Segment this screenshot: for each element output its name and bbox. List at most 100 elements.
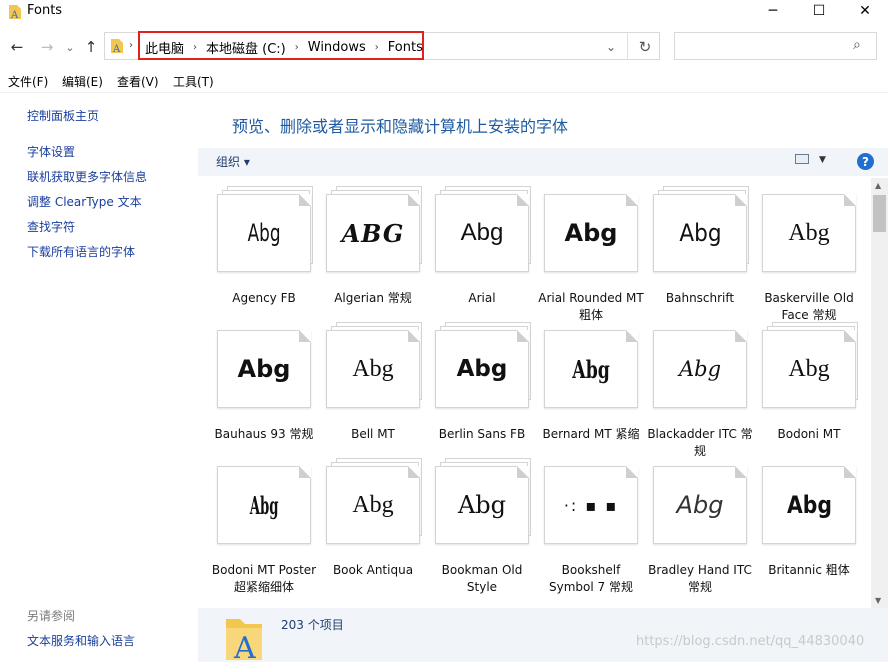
font-sample: ABG [326, 194, 420, 272]
search-input[interactable] [674, 32, 877, 60]
scroll-up-icon[interactable]: ▲ [875, 181, 881, 190]
font-tile[interactable]: ·: ▪ ▪ Bookshelf Symbol 7 常规 [544, 458, 648, 594]
font-sample: Abg [435, 194, 529, 272]
help-button[interactable]: ? [857, 153, 874, 170]
font-tile[interactable]: Abg Baskerville Old Face 常规 [762, 186, 866, 322]
breadcrumb-windows[interactable]: Windows [308, 40, 366, 55]
folder-font-icon: A [224, 616, 264, 665]
font-sample: Abg [217, 194, 311, 272]
font-tile[interactable]: Abg Berlin Sans FB [435, 322, 539, 450]
breadcrumb-local-disk[interactable]: 本地磁盘 (C:) [206, 38, 286, 57]
font-name: Bell MT [351, 427, 395, 441]
font-sample-text: Abg [352, 491, 394, 518]
font-tile[interactable]: Abg Arial [435, 186, 539, 314]
recent-locations-button[interactable]: ⌄ [63, 37, 77, 57]
menu-tools[interactable]: 工具(T) [173, 73, 214, 90]
font-settings-link[interactable]: 字体设置 [27, 143, 75, 160]
close-button[interactable]: ✕ [842, 0, 888, 22]
font-name: Baskerville Old Face 常规 [764, 291, 854, 322]
control-panel-home-link[interactable]: 控制面板主页 [27, 107, 99, 124]
minimize-button[interactable]: ─ [750, 0, 796, 22]
font-tile[interactable]: Abg Bodoni MT Poster 超紧缩细体 [212, 458, 321, 594]
breadcrumb-separator: › [193, 42, 198, 53]
see-also-heading: 另请参阅 [27, 609, 76, 623]
divider [627, 32, 628, 60]
menu-view[interactable]: 查看(V) [117, 73, 159, 90]
font-name: Britannic 粗体 [768, 563, 850, 577]
font-tile[interactable]: Abg Bernard MT 紧缩 [543, 322, 648, 450]
font-tile[interactable]: Abg Bell MT [326, 322, 430, 450]
svg-text:A: A [10, 10, 19, 20]
font-tile[interactable]: Abg Bauhaus 93 常规 [215, 322, 321, 450]
download-fonts-link[interactable]: 下载所有语言的字体 [27, 243, 135, 260]
vertical-scrollbar[interactable] [871, 178, 888, 608]
font-name: Bookshelf Symbol 7 常规 [549, 563, 633, 594]
font-sample-text: Abg [788, 219, 830, 246]
view-options-icon[interactable] [795, 154, 809, 164]
font-sample-text: ABG [341, 218, 405, 248]
breadcrumb-separator: › [374, 42, 379, 53]
font-sample-text: Abg [456, 356, 508, 382]
font-sample: Abg [762, 194, 856, 272]
cleartype-link[interactable]: 调整 ClearType 文本 [27, 193, 142, 210]
font-tile[interactable]: Abg Book Antiqua [326, 458, 430, 586]
font-name: Berlin Sans FB [438, 427, 526, 441]
breadcrumb: 此电脑 › 本地磁盘 (C:) › Windows › Fonts [145, 38, 423, 57]
find-character-link[interactable]: 查找字符 [27, 218, 75, 235]
back-button[interactable]: ← [7, 37, 27, 57]
font-tile[interactable]: Abg Britannic 粗体 [762, 458, 866, 586]
up-button[interactable]: ↑ [82, 37, 100, 57]
font-tile[interactable]: Abg Blackadder ITC 常规 [647, 322, 757, 458]
font-name: Bodoni MT [777, 427, 841, 441]
breadcrumb-root-separator: › [129, 40, 133, 51]
breadcrumb-this-pc[interactable]: 此电脑 [145, 38, 184, 57]
font-sample-text: Abg [678, 219, 722, 247]
search-icon[interactable]: ⌕ [853, 37, 861, 53]
refresh-button[interactable]: ↻ [636, 37, 654, 57]
window-title: Fonts [27, 3, 63, 18]
item-count: 203 个项目 [281, 618, 344, 632]
font-name: Bookman Old Style [441, 563, 523, 594]
font-tile[interactable]: Abg Agency FB [217, 186, 321, 314]
font-sample-text: Abg [457, 491, 507, 519]
font-sample: Abg [326, 330, 420, 408]
text-services-link[interactable]: 文本服务和输入语言 [27, 632, 135, 649]
online-font-info-link[interactable]: 联机获取更多字体信息 [27, 168, 147, 185]
svg-text:A: A [233, 631, 256, 662]
svg-text:A: A [112, 44, 121, 54]
scroll-down-icon[interactable]: ▼ [875, 596, 881, 605]
font-tile[interactable]: Abg Bradley Hand ITC 常规 [648, 458, 757, 594]
font-tile[interactable]: ABG Algerian 常规 [326, 186, 430, 314]
font-sample-text: Abg [676, 491, 724, 519]
breadcrumb-separator: › [294, 42, 299, 53]
font-sample-text: Abg [788, 355, 830, 382]
font-tile[interactable]: Abg Arial Rounded MT 粗体 [538, 186, 648, 322]
maximize-button[interactable]: ☐ [796, 0, 842, 22]
font-sample: Abg [544, 194, 638, 272]
address-dropdown-button[interactable]: ⌄ [603, 37, 619, 57]
organize-button[interactable]: 组织 ▾ [216, 153, 250, 170]
font-sample: Abg [762, 466, 856, 544]
font-sample: Abg [653, 330, 747, 408]
font-sample: Abg [435, 466, 529, 544]
font-sample-text: Abg [572, 354, 610, 384]
font-name: Arial [468, 291, 496, 305]
font-tile[interactable]: Abg Bookman Old Style [435, 458, 539, 594]
command-bar [198, 148, 888, 176]
scrollbar-thumb[interactable] [873, 195, 886, 232]
menu-edit[interactable]: 编辑(E) [62, 73, 103, 90]
folder-font-icon: A [8, 4, 22, 21]
font-tile[interactable]: Abg Bahnschrift [653, 186, 757, 314]
forward-button[interactable]: → [37, 37, 57, 57]
font-sample: Abg [217, 330, 311, 408]
view-options-dropdown[interactable]: ▼ [819, 155, 826, 165]
font-name: Arial Rounded MT 粗体 [538, 291, 644, 322]
breadcrumb-fonts[interactable]: Fonts [388, 40, 423, 55]
menu-file[interactable]: 文件(F) [8, 73, 48, 90]
font-sample: Abg [653, 466, 747, 544]
font-sample: Abg [217, 466, 311, 544]
font-sample: Abg [653, 194, 747, 272]
font-name: Bauhaus 93 常规 [214, 427, 314, 441]
font-tile[interactable]: Abg Bodoni MT [762, 322, 866, 450]
title-bar: A Fonts ─ ☐ ✕ [0, 0, 888, 30]
